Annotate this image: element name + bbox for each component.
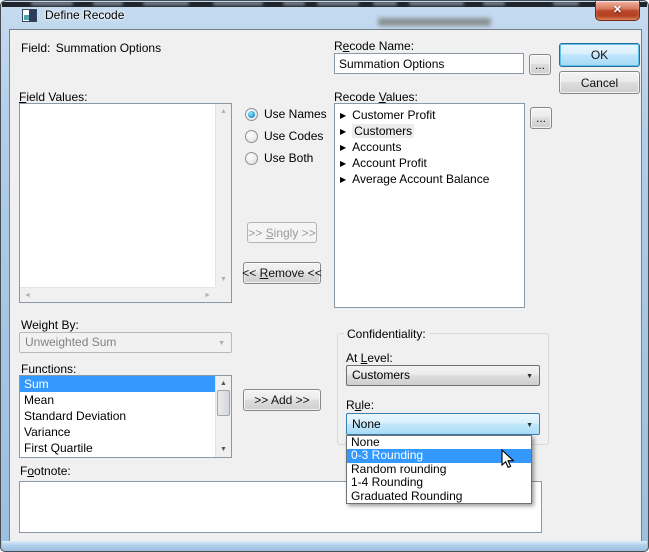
scroll-left-icon: ◄	[24, 292, 31, 299]
background-window-artifact	[373, 2, 397, 5]
expand-arrow-icon: ▶	[340, 124, 346, 140]
add-button[interactable]: >> Add >>	[243, 389, 321, 411]
expand-arrow-icon: ▶	[340, 108, 346, 124]
background-window-artifact	[553, 2, 579, 5]
list-item[interactable]: First Quartile	[20, 440, 215, 456]
recode-values-label: Recode Values:	[334, 90, 418, 104]
app-icon	[22, 9, 37, 22]
list-item[interactable]: ▶Accounts	[335, 139, 524, 155]
chevron-down-icon: ▼	[218, 340, 225, 347]
scroll-up-icon[interactable]: ▲	[216, 380, 231, 387]
recode-name-input[interactable]	[334, 53, 524, 74]
scrollbar-thumb[interactable]	[217, 390, 230, 416]
expand-arrow-icon: ▶	[340, 140, 346, 156]
mouse-cursor	[501, 449, 516, 474]
background-window-artifact	[31, 2, 73, 5]
scroll-up-icon: ▲	[216, 108, 231, 115]
close-button[interactable]: ✕	[595, 1, 640, 21]
list-item[interactable]: Mean	[20, 392, 215, 408]
functions-label: Functions:	[21, 362, 76, 376]
background-window-artifact	[317, 2, 359, 5]
weight-by-label: Weight By:	[21, 318, 79, 332]
radio-icon	[245, 130, 258, 143]
list-item[interactable]: ▶Average Account Balance	[335, 171, 524, 187]
list-item[interactable]: ▶Customers	[335, 123, 524, 139]
radio-use-codes[interactable]: Use Codes	[245, 129, 323, 143]
background-window-artifact	[143, 2, 189, 5]
close-icon: ✕	[613, 4, 622, 16]
recode-name-browse-button[interactable]: ...	[529, 54, 551, 75]
radio-use-both[interactable]: Use Both	[245, 151, 313, 165]
remove-button[interactable]: << Remove <<	[243, 262, 321, 284]
footnote-label: Footnote:	[20, 464, 71, 478]
list-item[interactable]: ▶Customer Profit	[335, 107, 524, 123]
radio-use-names-label: Use Names	[264, 107, 327, 121]
list-item-selected[interactable]: Sum	[20, 376, 215, 392]
dropdown-option[interactable]: Graduated Rounding	[347, 490, 531, 503]
list-item[interactable]: Variance	[20, 424, 215, 440]
background-window-artifact	[213, 2, 263, 5]
radio-use-codes-label: Use Codes	[264, 129, 323, 143]
weight-by-value: Unweighted Sum	[25, 335, 116, 349]
background-window-artifact	[409, 2, 464, 5]
confidentiality-group-label: Confidentiality:	[344, 327, 429, 341]
at-level-value: Customers	[352, 368, 410, 382]
expand-arrow-icon: ▶	[340, 172, 346, 188]
functions-listbox[interactable]: Sum Mean Standard Deviation Variance Fir…	[19, 375, 232, 458]
at-level-combobox[interactable]: Customers ▼	[346, 365, 540, 386]
field-header: Field: Summation Options	[21, 41, 161, 55]
dropdown-option[interactable]: None	[347, 436, 531, 449]
recode-values-browse-button[interactable]: ...	[530, 107, 552, 129]
dropdown-option[interactable]: 1-4 Rounding	[347, 476, 531, 489]
background-window-artifact	[483, 2, 505, 5]
list-item[interactable]: Standard Deviation	[20, 408, 215, 424]
recode-values-listbox[interactable]: ▶Customer Profit ▶Customers ▶Accounts ▶A…	[334, 103, 525, 308]
scroll-down-icon[interactable]: ▼	[216, 446, 231, 453]
window-title: Define Recode	[45, 8, 124, 22]
chevron-down-icon: ▼	[526, 373, 533, 380]
radio-icon	[245, 152, 258, 165]
field-values-hscrollbar: ◄ ►	[20, 287, 215, 302]
dialog-client-area: Field: Summation Options Recode Name: ..…	[9, 29, 642, 542]
recode-name-label: Recode Name:	[334, 39, 414, 53]
radio-use-both-label: Use Both	[264, 151, 313, 165]
scroll-right-icon: ►	[204, 292, 211, 299]
singly-button[interactable]: >> Singly >>	[247, 222, 317, 243]
chevron-down-icon: ▼	[526, 422, 533, 429]
scrollbar-corner	[215, 287, 231, 302]
field-header-value: Summation Options	[56, 41, 161, 55]
field-values-label: Field Values:	[19, 90, 88, 104]
background-window-artifact	[283, 2, 305, 5]
define-recode-dialog: Define Recode ✕ Field: Summation Options…	[0, 0, 649, 552]
rule-value: None	[352, 417, 381, 431]
rule-combobox[interactable]: None ▼	[346, 413, 540, 435]
field-header-label: Field:	[21, 41, 50, 55]
at-level-label: At Level:	[346, 351, 393, 365]
weight-by-combobox[interactable]: Unweighted Sum ▼	[19, 332, 232, 353]
background-window-title-artifact	[378, 18, 491, 26]
radio-selected-icon	[245, 108, 258, 121]
scroll-down-icon: ▼	[216, 276, 231, 283]
functions-vscrollbar[interactable]: ▲ ▼	[215, 376, 231, 457]
background-window-artifact	[93, 2, 123, 5]
ok-button[interactable]: OK	[559, 43, 640, 67]
field-values-vscrollbar: ▲ ▼	[215, 104, 231, 287]
cancel-button[interactable]: Cancel	[559, 71, 640, 94]
rule-label: Rule:	[346, 398, 374, 412]
window-bottom-border	[2, 541, 647, 550]
list-item[interactable]: ▶Account Profit	[335, 155, 524, 171]
expand-arrow-icon: ▶	[340, 156, 346, 172]
radio-use-names[interactable]: Use Names	[245, 107, 327, 121]
field-values-listbox[interactable]: ▲ ▼ ◄ ►	[19, 103, 232, 303]
